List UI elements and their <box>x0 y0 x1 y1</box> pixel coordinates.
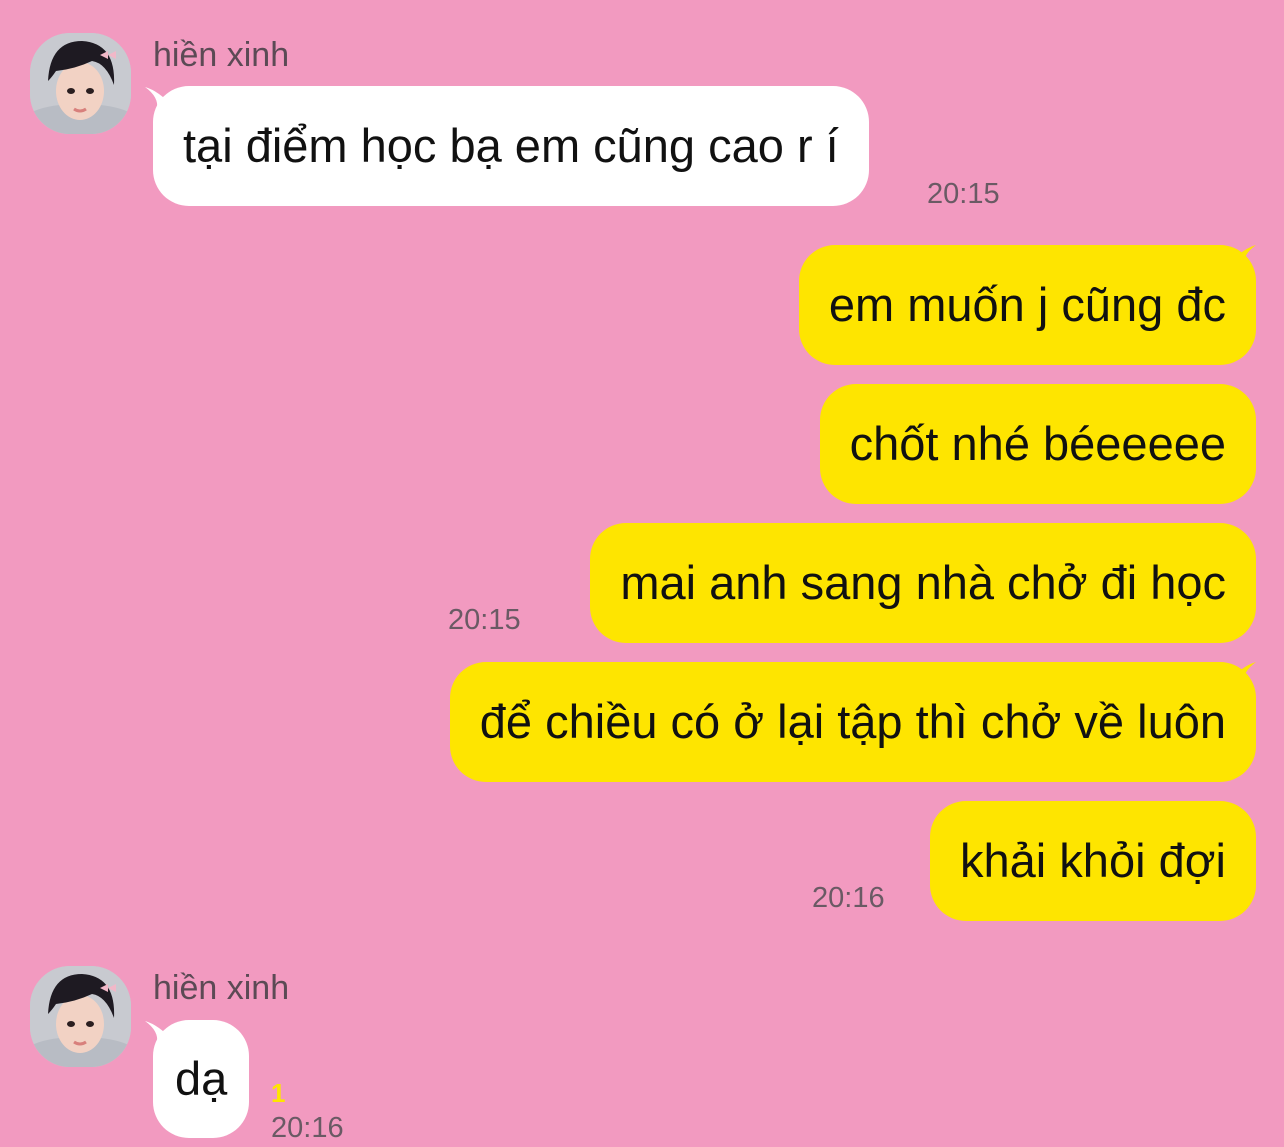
message-timestamp: 20:16 <box>271 1112 344 1144</box>
message-timestamp: 20:15 <box>448 604 521 636</box>
unread-count-badge: 1 <box>271 1078 286 1108</box>
outgoing-message-bubble[interactable]: chốt nhé béeeeee <box>819 384 1256 504</box>
incoming-message-bubble[interactable]: dạ <box>153 1020 250 1138</box>
outgoing-message-bubble[interactable]: khải khỏi đợi <box>930 801 1256 921</box>
incoming-message-bubble[interactable]: tại điểm học bạ em cũng cao r í <box>153 86 869 206</box>
sender-name: hiền xinh <box>153 36 290 74</box>
sender-avatar[interactable] <box>30 33 131 134</box>
message-timestamp: 20:16 <box>812 882 885 914</box>
sender-avatar[interactable] <box>30 966 131 1067</box>
outgoing-message-bubble[interactable]: để chiều có ở lại tập thì chở về luôn <box>449 662 1256 782</box>
sender-name: hiền xinh <box>153 969 290 1007</box>
message-timestamp: 20:15 <box>927 178 1000 210</box>
outgoing-message-bubble[interactable]: em muốn j cũng đc <box>798 245 1256 365</box>
outgoing-message-bubble[interactable]: mai anh sang nhà chở đi học <box>590 523 1256 643</box>
